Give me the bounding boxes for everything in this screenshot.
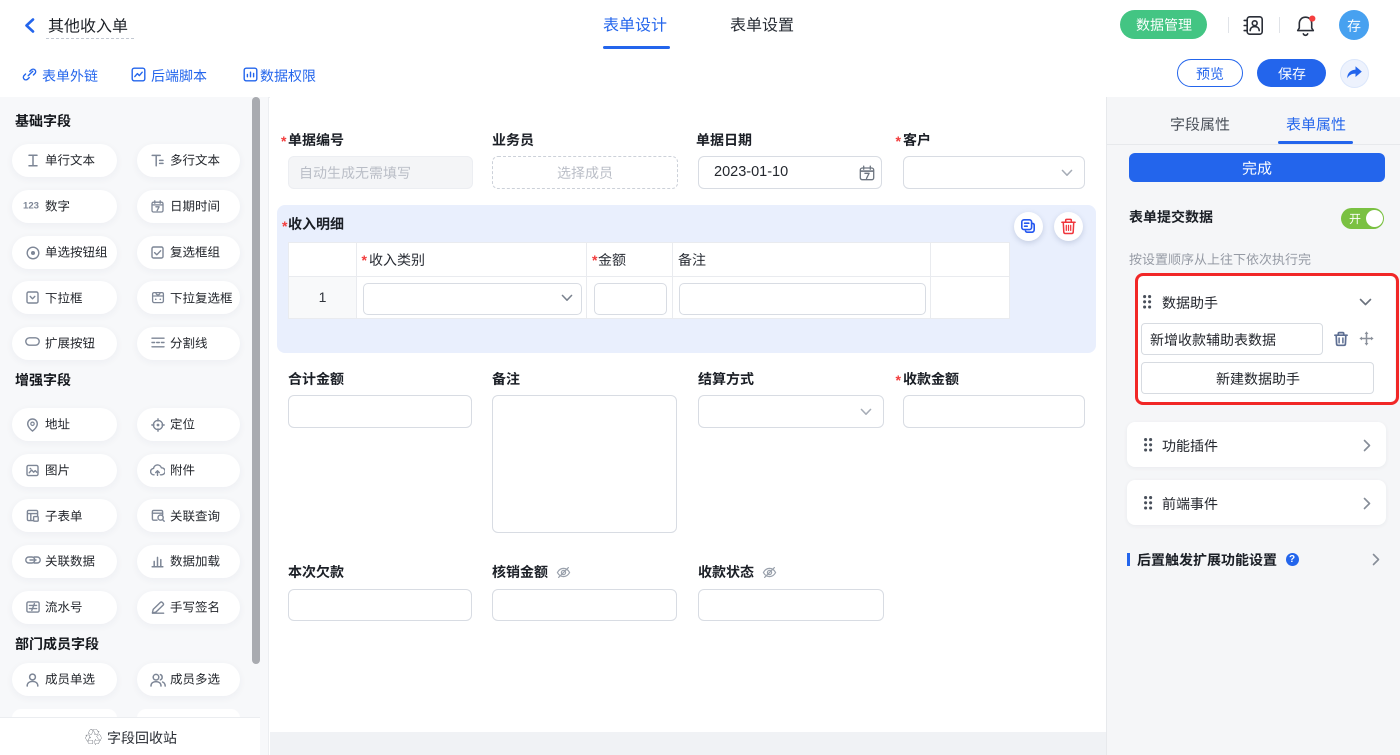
svg-text:123: 123 bbox=[23, 201, 39, 211]
